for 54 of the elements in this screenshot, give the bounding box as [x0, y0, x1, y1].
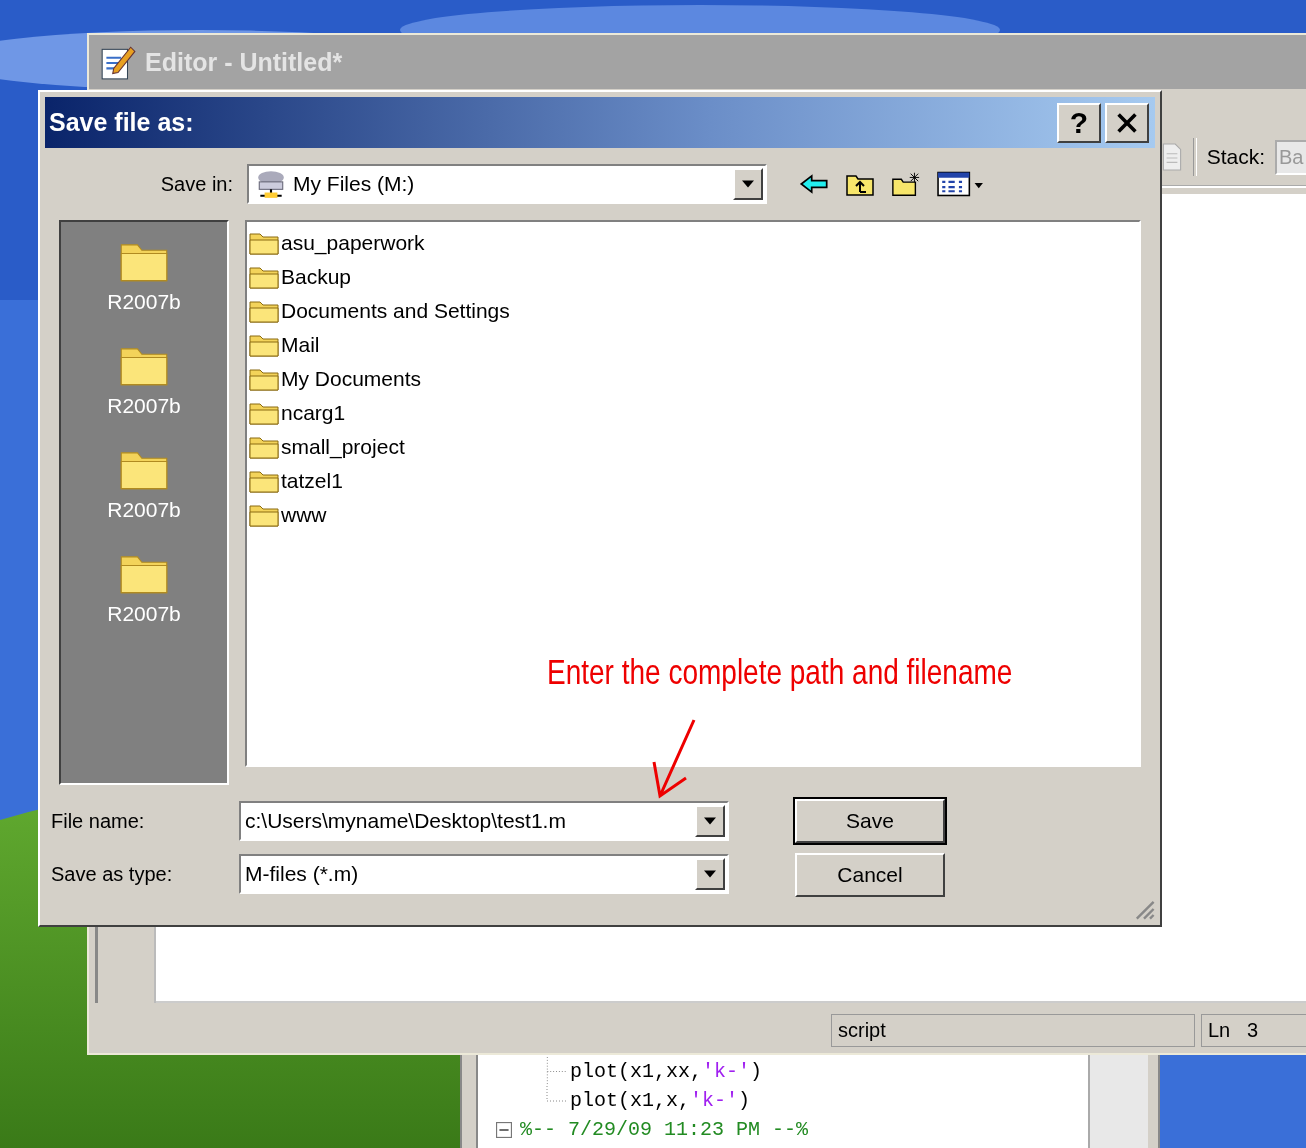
file-list[interactable]: asu_paperwork Backup Documents and Settings Mail My Documents ncarg1 small_project tatzel1 www Enter the complete path and filename — [245, 220, 1141, 767]
history-entry[interactable]: %-- 7/29/09 11:23 PM --% — [520, 1118, 809, 1141]
history-entry[interactable]: plot(x1,x,'k-') — [570, 1089, 751, 1112]
document-icon[interactable] — [1160, 143, 1183, 171]
place-item[interactable]: R2007b — [107, 548, 181, 652]
folder-icon — [249, 367, 279, 391]
stack-label: Stack: — [1206, 145, 1265, 169]
collapse-icon[interactable] — [496, 1121, 512, 1138]
dropdown-button[interactable] — [733, 168, 763, 200]
save-button[interactable]: Save — [795, 799, 945, 843]
folder-item[interactable]: small_project — [249, 430, 405, 464]
folder-item[interactable]: ncarg1 — [249, 396, 346, 430]
notepad-pencil-icon — [99, 43, 137, 81]
folder-item[interactable]: My Documents — [249, 362, 422, 396]
history-entry[interactable]: plot(x1,xx,'k-') — [570, 1060, 763, 1083]
view-menu-icon[interactable] — [937, 170, 985, 198]
file-type-dropdown[interactable]: M-files (*.m) — [239, 854, 729, 894]
folder-item[interactable]: Backup — [249, 260, 352, 294]
save-in-dropdown[interactable]: My Files (M:) — [247, 164, 767, 204]
folder-icon — [249, 469, 279, 493]
file-name-label: File name: — [50, 809, 146, 833]
close-button[interactable] — [1105, 102, 1149, 143]
folder-icon — [249, 231, 279, 255]
file-type-label: Save as type: — [50, 862, 174, 886]
new-folder-icon[interactable] — [891, 170, 921, 198]
folder-item[interactable]: www — [249, 498, 327, 532]
folder-item[interactable]: tatzel1 — [249, 464, 343, 498]
folder-icon — [249, 401, 279, 425]
folder-item[interactable]: asu_paperwork — [249, 226, 425, 260]
dropdown-button[interactable] — [695, 858, 725, 890]
cancel-button[interactable]: Cancel — [795, 853, 945, 897]
place-item[interactable]: R2007b — [107, 340, 181, 444]
folder-item[interactable]: Mail — [249, 328, 320, 362]
scrollbar[interactable] — [1088, 1055, 1148, 1148]
help-button[interactable]: ? — [1057, 102, 1101, 143]
folder-icon — [249, 299, 279, 323]
place-item[interactable]: R2007b — [107, 444, 181, 548]
folder-icon — [249, 333, 279, 357]
caret-icon — [742, 180, 754, 188]
network-drive-icon — [255, 169, 287, 199]
folder-icon — [249, 435, 279, 459]
save-in-label: Save in: — [159, 172, 233, 196]
status-mode: script — [831, 1013, 1195, 1047]
folder-item[interactable]: Documents and Settings — [249, 294, 510, 328]
caret-icon — [704, 870, 716, 878]
folder-icon — [249, 265, 279, 289]
file-name-field[interactable]: c:\Users\myname\Desktop\test1.m — [239, 801, 729, 841]
folder-icon — [249, 503, 279, 527]
annotation-text: Enter the complete path and filename — [547, 652, 1013, 692]
caret-icon — [704, 817, 716, 825]
dropdown-button[interactable] — [695, 805, 725, 837]
window-title: Editor - Untitled* — [145, 47, 343, 77]
dialog-title: Save file as: — [49, 108, 195, 137]
place-item[interactable]: R2007b — [107, 236, 181, 340]
